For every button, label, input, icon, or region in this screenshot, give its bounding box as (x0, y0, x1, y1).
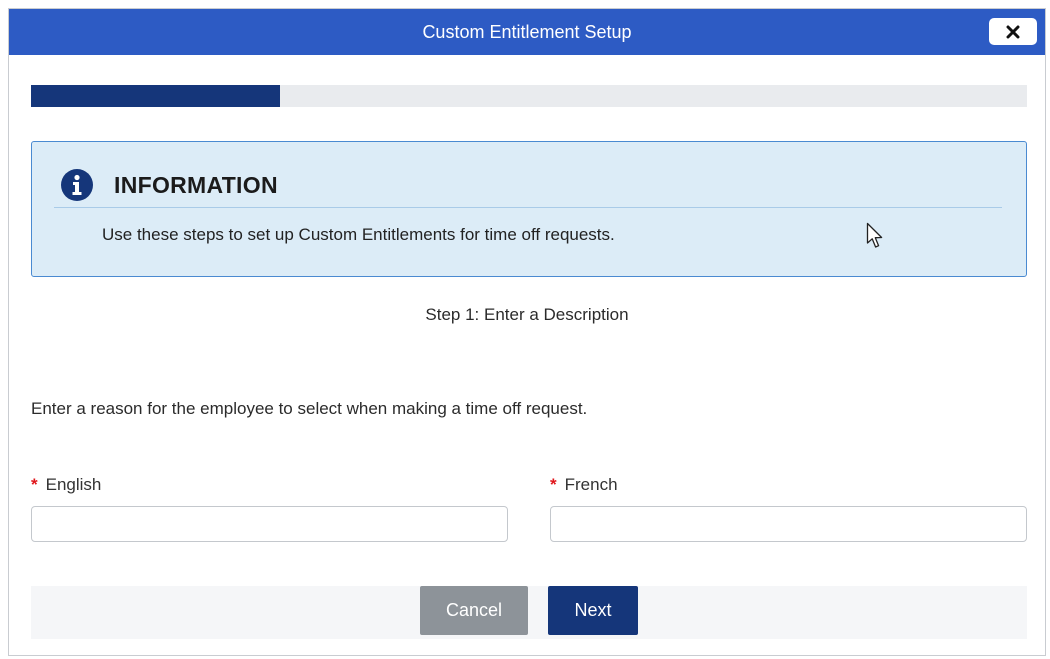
english-input[interactable] (31, 506, 508, 542)
next-button[interactable]: Next (548, 586, 638, 635)
information-panel: INFORMATION Use these steps to set up Cu… (31, 141, 1027, 277)
step-progress-fill (31, 85, 280, 107)
close-button[interactable] (989, 18, 1037, 45)
step-label: Step 1: Enter a Description (425, 305, 629, 324)
information-heading: INFORMATION (114, 172, 278, 198)
dialog-title: Custom Entitlement Setup (422, 22, 632, 42)
english-field-label: * English (31, 475, 101, 495)
cancel-button[interactable]: Cancel (420, 586, 528, 635)
dialog-titlebar: Custom Entitlement Setup (9, 9, 1045, 55)
close-icon (1006, 25, 1020, 38)
custom-entitlement-dialog: Custom Entitlement Setup INFORMATION Use… (8, 8, 1046, 656)
information-message: Use these steps to set up Custom Entitle… (102, 225, 615, 244)
french-field-label: * French (550, 475, 618, 495)
step-progress-bar (31, 85, 1027, 107)
english-label-text: English (45, 475, 102, 494)
information-divider (54, 207, 1002, 208)
required-marker: * (31, 475, 38, 494)
french-label-text: French (564, 475, 618, 494)
mouse-pointer-icon (866, 222, 883, 248)
info-circle-icon (61, 169, 93, 201)
dialog-footer: Cancel Next (31, 586, 1027, 639)
french-input[interactable] (550, 506, 1027, 542)
required-marker: * (550, 475, 557, 494)
form-instruction: Enter a reason for the employee to selec… (31, 399, 588, 418)
